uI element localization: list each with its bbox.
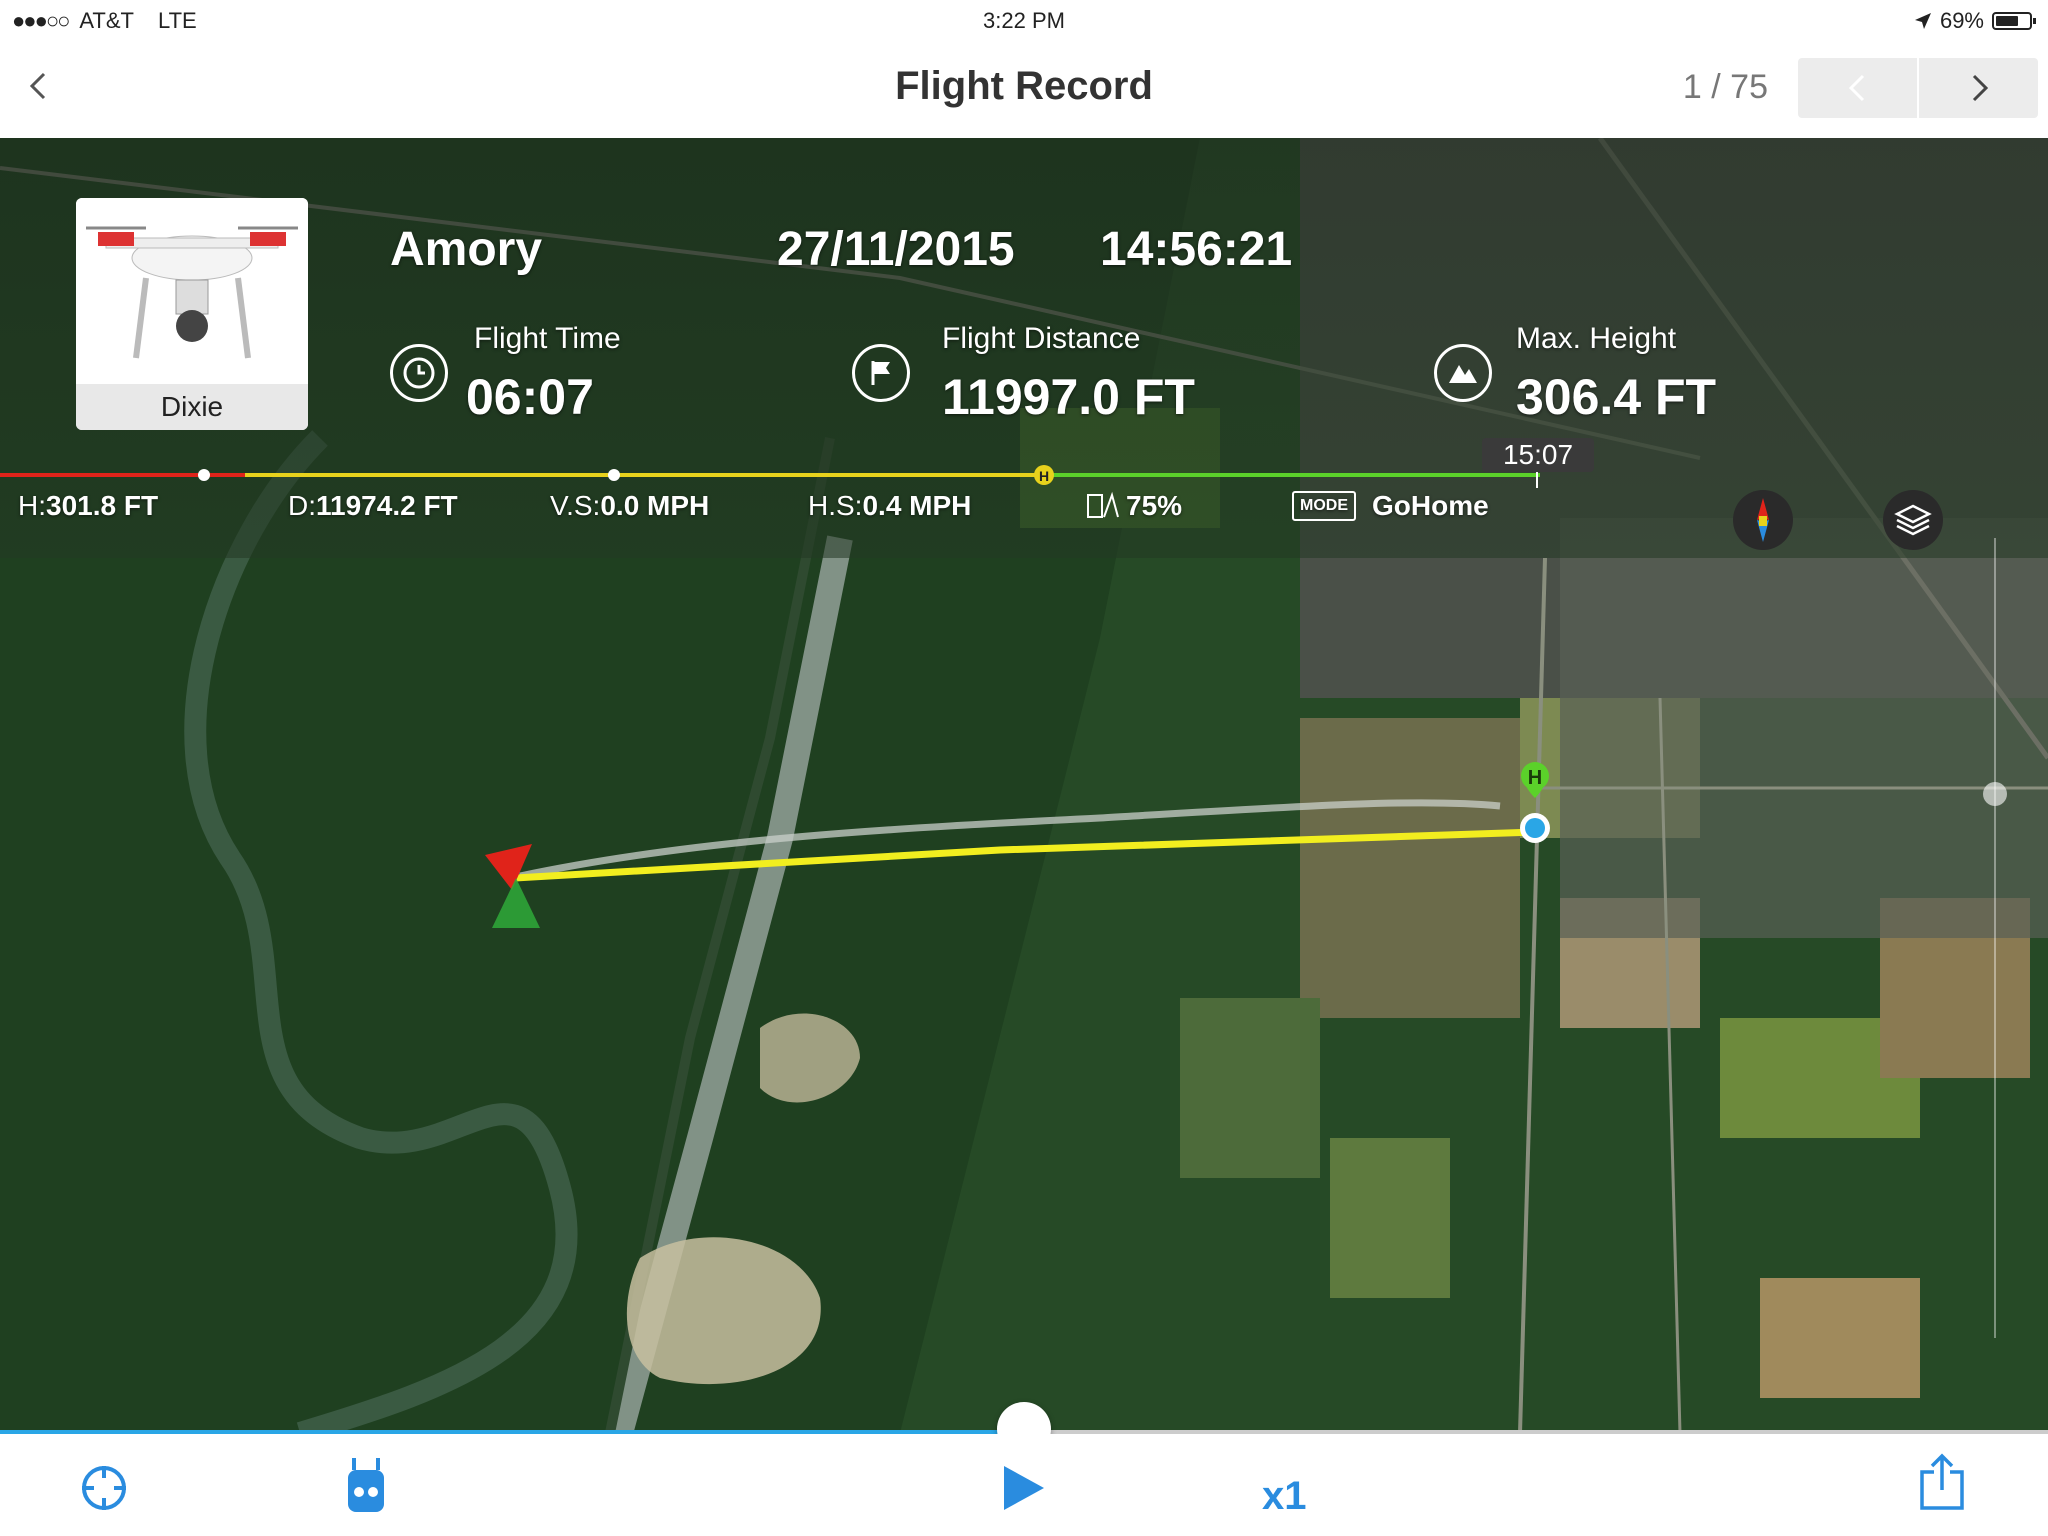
chevron-left-icon: [1848, 74, 1864, 102]
telemetry-distance: D:11974.2 FT: [288, 490, 458, 522]
horizontal-speed-label: H.S:: [808, 490, 863, 521]
flight-location: Amory: [390, 223, 543, 276]
play-button[interactable]: [1002, 1464, 1046, 1517]
status-bar: ●●●○○ AT&T LTE 3:22 PM 69%: [0, 0, 2048, 42]
status-right: 69%: [1914, 8, 2036, 34]
record-counter: 1 / 75: [1682, 68, 1768, 106]
distance-value: 11974.2 FT: [316, 490, 458, 521]
map-scale: [1994, 538, 1996, 1338]
navigation-bar: Flight Record 1 / 75: [0, 42, 2048, 138]
remote-controller-icon: [348, 1458, 384, 1512]
distance-label: D:: [288, 490, 316, 521]
timeline-end-time: 15:07: [1482, 438, 1594, 472]
telemetry-vertical-speed: V.S:0.0 MPH: [550, 490, 709, 522]
drone-icon: [86, 226, 298, 359]
drone-image: [76, 198, 308, 384]
max-height-label: Max. Height: [1516, 322, 1677, 355]
flight-distance-label: Flight Distance: [942, 322, 1141, 355]
height-value: 301.8 FT: [46, 490, 159, 521]
flight-path-line: [514, 828, 1536, 882]
telemetry-height: H:301.8 FT: [18, 490, 158, 522]
recenter-button[interactable]: [78, 1462, 130, 1519]
battery-value: 75%: [1126, 490, 1183, 521]
record-pager: [1798, 58, 2038, 118]
aircraft-battery-icon: [1087, 491, 1119, 518]
flag-icon: [852, 344, 910, 402]
play-icon: [1004, 1466, 1044, 1510]
vertical-speed-label: V.S:: [550, 490, 601, 521]
timeline-home-label: H: [1039, 468, 1049, 484]
remote-controller-button[interactable]: [344, 1456, 388, 1519]
mode-badge: MODE: [1292, 491, 1356, 521]
horizontal-speed-value: 0.4 MPH: [862, 490, 972, 521]
timeline-event-dot: [198, 469, 210, 481]
home-point-marker: H: [1520, 762, 1550, 843]
battery-icon: [1992, 12, 2036, 30]
flight-time-label: Flight Time: [474, 322, 621, 355]
height-label: H:: [18, 490, 46, 521]
drone-card: Dixie: [76, 198, 308, 430]
status-time: 3:22 PM: [983, 8, 1065, 33]
next-record-button[interactable]: [1919, 58, 2038, 118]
mountain-icon: [1434, 344, 1492, 402]
flight-start-time: 14:56:21: [1100, 223, 1293, 276]
playback-speed-button[interactable]: x1: [1262, 1474, 1307, 1519]
share-button[interactable]: [1918, 1452, 1966, 1517]
drone-name: Dixie: [76, 384, 308, 430]
compass-button[interactable]: [1733, 490, 1793, 550]
flight-distance-value: 11997.0 FT: [942, 369, 1195, 425]
flight-time-value: 06:07: [466, 369, 594, 425]
telemetry-mode: MODE GoHome: [1292, 490, 1489, 522]
scale-handle[interactable]: [1983, 782, 2007, 806]
home-marker-label: H: [1528, 767, 1542, 789]
mode-value: GoHome: [1372, 490, 1489, 521]
layers-icon: [1894, 504, 1932, 536]
map-layers-button[interactable]: [1883, 490, 1943, 550]
compass-icon: [1757, 498, 1769, 542]
flight-timeline[interactable]: H: [0, 462, 1560, 488]
telemetry-battery: 75%: [1086, 490, 1182, 522]
playback-toolbar: [0, 1434, 2048, 1536]
telemetry-horizontal-speed: H.S:0.4 MPH: [808, 490, 971, 522]
vertical-speed-value: 0.0 MPH: [600, 490, 710, 521]
share-icon: [1920, 1453, 1964, 1510]
crosshair-icon: [82, 1466, 126, 1510]
battery-percent: 69%: [1939, 8, 1984, 33]
max-height-value: 306.4 FT: [1516, 369, 1717, 425]
chevron-right-icon: [1972, 74, 1988, 102]
aircraft-marker-icon: [485, 844, 540, 928]
clock-icon: [390, 344, 448, 402]
flight-date: 27/11/2015: [777, 223, 1015, 276]
previous-record-button[interactable]: [1798, 58, 1919, 118]
timeline-event-dot: [608, 469, 620, 481]
location-arrow-icon: [1914, 13, 1931, 29]
